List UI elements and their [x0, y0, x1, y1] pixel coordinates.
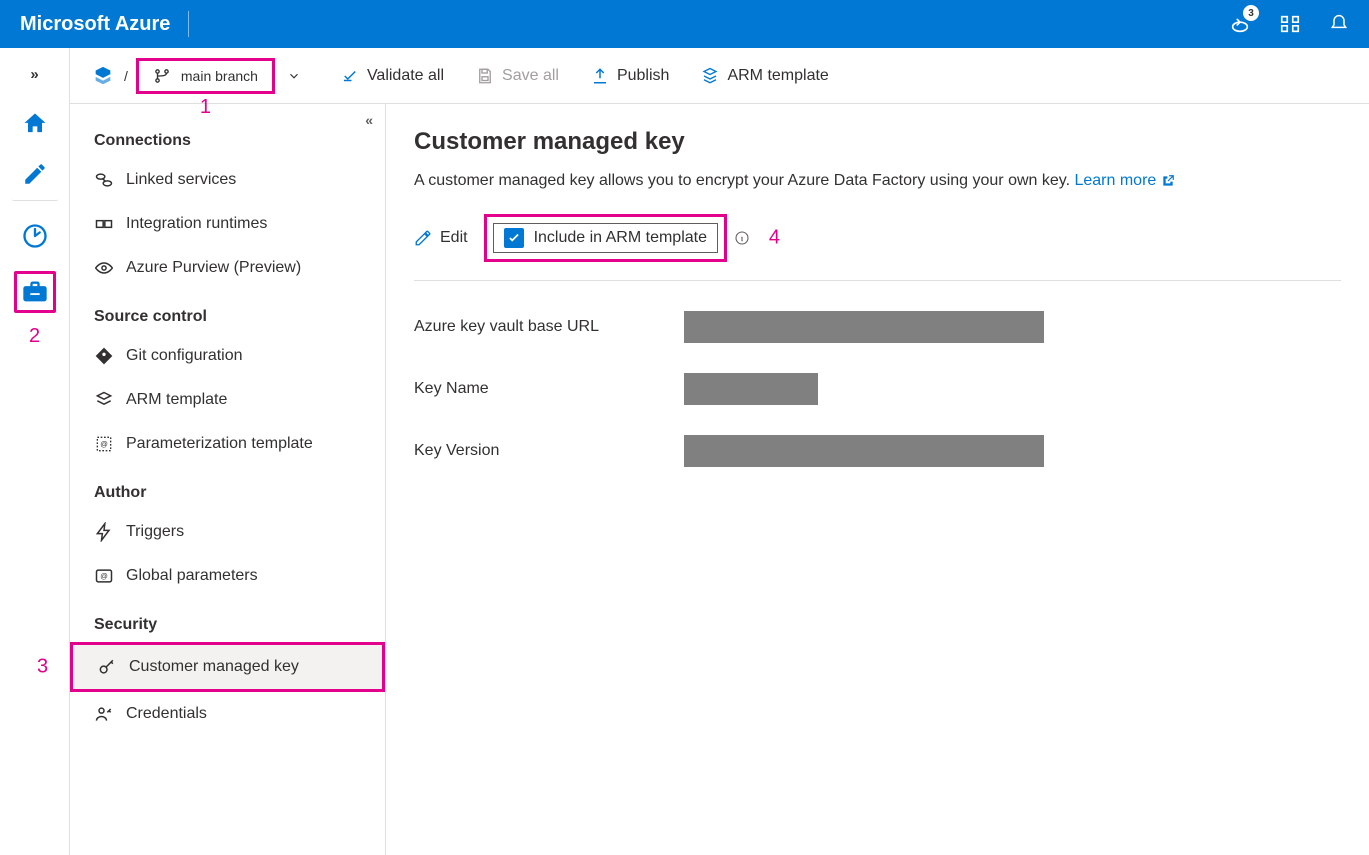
nav-label: ARM template [126, 391, 227, 409]
sidebar-collapse-button[interactable]: « [365, 112, 373, 128]
section-connections: Connections [70, 114, 385, 158]
parameterization-icon: @ [94, 434, 114, 454]
purview-icon [94, 258, 114, 278]
field-key-vault-url: Azure key vault base URL [414, 311, 1341, 343]
rail-expand-button[interactable]: » [30, 66, 38, 83]
nav-azure-purview[interactable]: Azure Purview (Preview) [70, 246, 385, 290]
notification-badge: 3 [1243, 5, 1259, 21]
global-parameters-icon: @ [94, 566, 114, 586]
azure-header: Microsoft Azure 3 [0, 0, 1369, 48]
edit-row: Edit Include in ARM template 4 [414, 214, 1341, 281]
directory-switch-icon[interactable] [1279, 13, 1301, 35]
annotation-4: 4 [769, 227, 780, 250]
nav-arm-template[interactable]: ARM template [70, 378, 385, 422]
nav-label: Credentials [126, 705, 207, 723]
checkmark-icon [341, 67, 359, 85]
include-arm-template-highlight: Include in ARM template 4 [484, 214, 727, 262]
annotation-3: 3 [37, 656, 48, 679]
cloud-shell-icon[interactable]: 3 [1229, 13, 1251, 35]
nav-label: Global parameters [126, 567, 258, 585]
field-value-redacted [684, 373, 818, 405]
publish-icon [591, 67, 609, 85]
learn-more-link[interactable]: Learn more [1074, 172, 1174, 189]
triggers-icon [94, 522, 114, 542]
section-author: Author [70, 466, 385, 510]
include-arm-template-checkbox[interactable]: Include in ARM template [493, 223, 718, 253]
field-label: Key Name [414, 380, 684, 398]
main-content: Customer managed key A customer managed … [386, 104, 1369, 855]
git-icon [94, 346, 114, 366]
nav-label: Linked services [126, 171, 236, 189]
integration-runtimes-icon [94, 214, 114, 234]
nav-label: Git configuration [126, 347, 243, 365]
arm-template-nav-icon [94, 390, 114, 410]
key-icon [97, 657, 117, 677]
credentials-icon [94, 704, 114, 724]
nav-label: Triggers [126, 523, 184, 541]
page-description: A customer managed key allows you to enc… [414, 172, 1341, 190]
breadcrumb-slash: / [124, 68, 128, 84]
page-title: Customer managed key [414, 128, 1341, 156]
include-arm-label: Include in ARM template [534, 229, 707, 247]
field-label: Azure key vault base URL [414, 318, 684, 336]
data-factory-icon [92, 65, 114, 87]
notifications-icon[interactable] [1329, 13, 1349, 35]
field-label: Key Version [414, 442, 684, 460]
field-value-redacted [684, 311, 1044, 343]
save-icon [476, 67, 494, 85]
checkbox-checked-icon [504, 228, 524, 248]
pencil-icon [414, 229, 432, 247]
branch-icon [153, 67, 171, 85]
description-text: A customer managed key allows you to enc… [414, 172, 1074, 189]
field-key-version: Key Version [414, 435, 1341, 467]
nav-parameterization-template[interactable]: @ Parameterization template [70, 422, 385, 466]
annotation-2: 2 [29, 325, 40, 348]
nav-integration-runtimes[interactable]: Integration runtimes [70, 202, 385, 246]
icon-rail: » 2 [0, 48, 70, 855]
publish-button[interactable]: Publish [591, 67, 669, 85]
section-security: Security [70, 598, 385, 642]
rail-author[interactable] [12, 159, 58, 201]
nav-customer-managed-key[interactable]: 3 Customer managed key [70, 642, 385, 692]
linked-services-icon [94, 170, 114, 190]
nav-global-parameters[interactable]: @ Global parameters [70, 554, 385, 598]
nav-triggers[interactable]: Triggers [70, 510, 385, 554]
manage-sidebar: « Connections Linked services Integratio… [70, 104, 386, 855]
svg-text:@: @ [100, 572, 108, 581]
external-link-icon [1161, 174, 1175, 188]
section-source-control: Source control [70, 290, 385, 334]
nav-linked-services[interactable]: Linked services [70, 158, 385, 202]
field-key-name: Key Name [414, 373, 1341, 405]
nav-git-configuration[interactable]: Git configuration [70, 334, 385, 378]
nav-label: Azure Purview (Preview) [126, 259, 301, 277]
info-icon[interactable] [734, 230, 750, 246]
nav-credentials[interactable]: Credentials [70, 692, 385, 736]
save-label: Save all [502, 67, 559, 85]
edit-button[interactable]: Edit [414, 229, 468, 247]
arm-template-label: ARM template [727, 67, 828, 85]
nav-label: Integration runtimes [126, 215, 267, 233]
header-divider [188, 11, 189, 37]
svg-text:@: @ [100, 440, 108, 449]
field-value-redacted [684, 435, 1044, 467]
brand-label: Microsoft Azure [20, 13, 170, 36]
validate-label: Validate all [367, 67, 444, 85]
nav-label: Parameterization template [126, 435, 313, 453]
arm-template-icon [701, 67, 719, 85]
save-all-button[interactable]: Save all [476, 67, 559, 85]
toolbar: / main branch 1 Validate all Save all Pu… [70, 48, 1369, 104]
rail-home[interactable] [14, 103, 56, 145]
branch-selector[interactable]: main branch 1 [136, 58, 275, 94]
arm-template-button[interactable]: ARM template [701, 67, 828, 85]
rail-manage[interactable] [14, 271, 56, 313]
nav-label: Customer managed key [129, 658, 299, 676]
validate-all-button[interactable]: Validate all [341, 67, 444, 85]
branch-label: main branch [181, 68, 258, 84]
rail-monitor[interactable] [14, 215, 56, 257]
branch-dropdown-chevron[interactable] [287, 69, 301, 83]
publish-label: Publish [617, 67, 669, 85]
edit-label: Edit [440, 229, 468, 247]
